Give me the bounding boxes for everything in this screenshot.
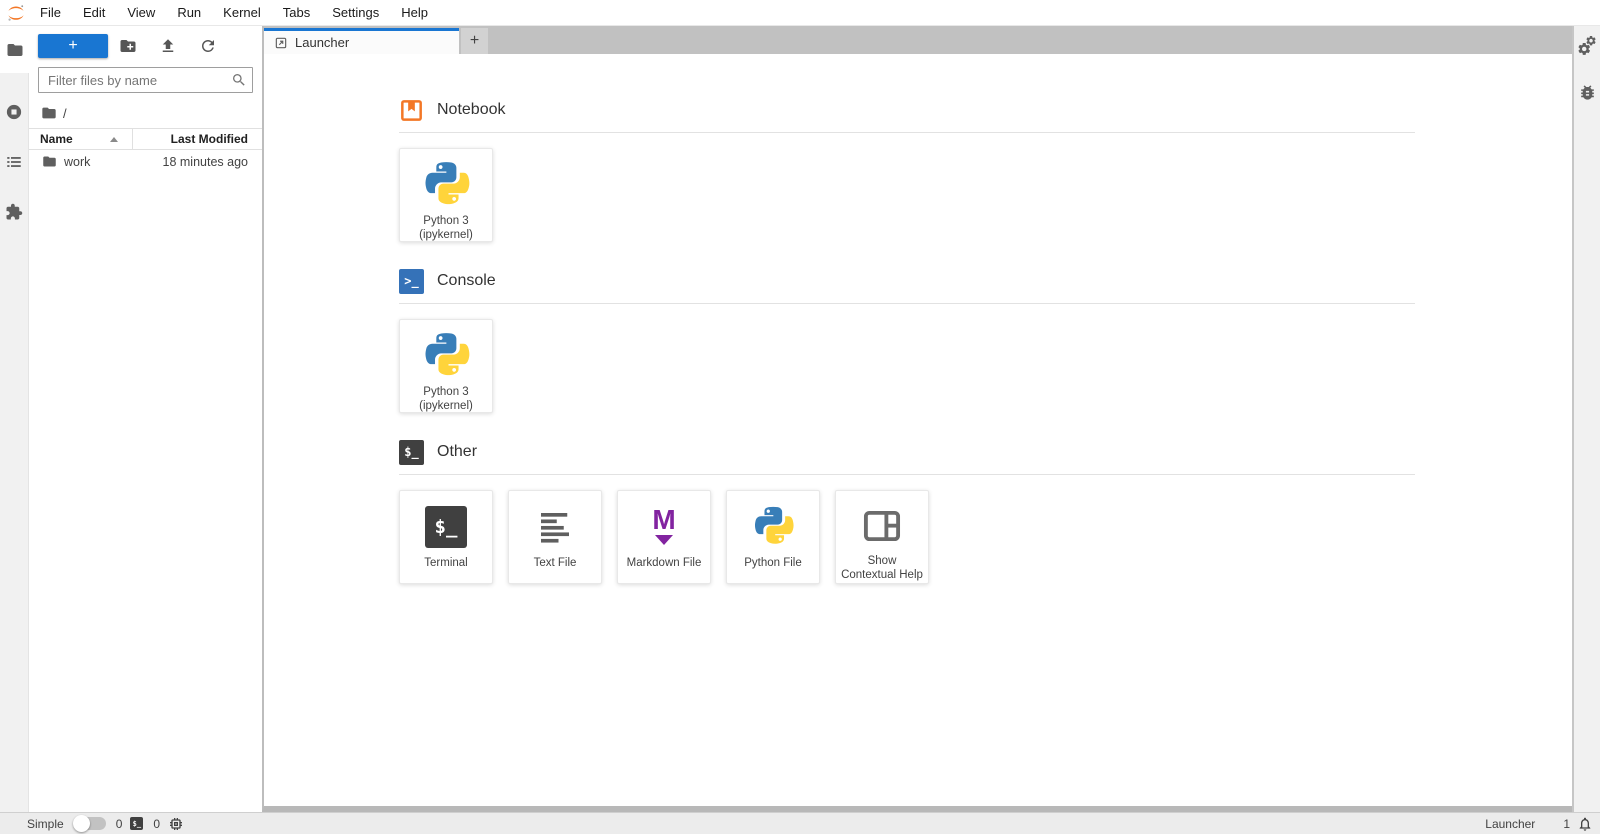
- file-modified: 18 minutes ago: [162, 154, 248, 169]
- kernel-chip-icon[interactable]: [168, 816, 184, 832]
- sidebar-tab-file-browser[interactable]: [0, 26, 29, 73]
- left-sidebar: [0, 26, 29, 812]
- folder-icon: [7, 43, 22, 56]
- context-label[interactable]: Launcher: [1485, 817, 1535, 831]
- down-arrow-icon: [654, 534, 673, 545]
- markdown-icon: M: [652, 506, 676, 545]
- launcher-card-markdown-file[interactable]: M Markdown File: [617, 490, 711, 584]
- launcher-card-terminal[interactable]: $_ Terminal: [399, 490, 493, 584]
- home-folder-icon[interactable]: [41, 105, 57, 121]
- terminal-icon: $_: [425, 506, 467, 548]
- folder-icon: [43, 156, 56, 167]
- menu-kernel[interactable]: Kernel: [212, 0, 272, 25]
- sidebar-tab-running-sessions[interactable]: [0, 87, 28, 137]
- running-sessions-icon: [6, 104, 22, 120]
- sidebar-tab-table-of-contents[interactable]: [0, 137, 28, 187]
- launcher-card-show-contextual-help[interactable]: Show Contextual Help: [835, 490, 929, 584]
- card-label: Python 3 (ipykernel): [419, 386, 473, 412]
- launcher-card-python-file[interactable]: Python File: [726, 490, 820, 584]
- tab-label: Launcher: [295, 35, 350, 50]
- upload-icon[interactable]: [159, 37, 177, 55]
- card-label: Python 3 (ipykernel): [419, 215, 473, 241]
- menu-tabs[interactable]: Tabs: [272, 0, 321, 25]
- section-divider: [399, 303, 1415, 304]
- status-bar: Simple 0 $_ 0 Launcher 1: [0, 812, 1600, 834]
- main-area: + / Name Last Modified work: [0, 26, 1600, 812]
- column-header-last-modified[interactable]: Last Modified: [133, 132, 262, 146]
- launcher-card-notebook-python3[interactable]: Python 3 (ipykernel): [399, 148, 493, 242]
- file-browser-panel: + / Name Last Modified work: [29, 26, 262, 812]
- filter-files-input[interactable]: [38, 67, 253, 93]
- file-list-header: Name Last Modified: [29, 128, 262, 150]
- console-icon: >_: [399, 268, 424, 294]
- bell-icon[interactable]: [1577, 816, 1593, 832]
- section-divider: [399, 474, 1415, 475]
- python-logo-icon: [421, 331, 471, 381]
- menubar: File Edit View Run Kernel Tabs Settings …: [0, 0, 1600, 26]
- new-folder-icon[interactable]: [119, 37, 137, 55]
- inspector-panel-icon: [863, 511, 901, 542]
- plus-icon: +: [68, 37, 78, 54]
- property-inspector-icon[interactable]: [1577, 36, 1597, 55]
- python-logo-icon: [421, 160, 471, 210]
- file-browser-toolbar: +: [29, 26, 262, 64]
- new-launcher-button[interactable]: +: [38, 34, 108, 58]
- dock-panel: Launcher + Notebook Python 3 (ipykernel)…: [262, 26, 1572, 812]
- terminals-count: 0: [115, 816, 123, 831]
- table-of-contents-icon: [7, 157, 21, 167]
- python-logo-icon: [751, 502, 795, 552]
- section-notebook: Notebook Python 3 (ipykernel): [399, 97, 1415, 242]
- filter-files-field: [38, 67, 253, 93]
- sidebar-tab-extension-manager[interactable]: [0, 187, 28, 237]
- puzzle-icon: [6, 203, 23, 220]
- simple-mode-label: Simple: [27, 816, 64, 831]
- section-title: Other: [437, 443, 478, 460]
- breadcrumb: /: [29, 100, 262, 128]
- terminal-icon: $_: [399, 439, 424, 465]
- card-label: Markdown File: [626, 557, 702, 569]
- card-label: Text File: [533, 557, 577, 569]
- search-icon: [233, 74, 245, 86]
- breadcrumb-root[interactable]: /: [63, 106, 67, 121]
- plus-icon: +: [469, 32, 480, 49]
- toggle-knob: [72, 815, 90, 832]
- file-row-work[interactable]: work 18 minutes ago: [29, 150, 262, 173]
- section-divider: [399, 132, 1415, 133]
- card-label: Terminal: [424, 557, 468, 569]
- menu-settings[interactable]: Settings: [321, 0, 390, 25]
- card-label: Python File: [744, 557, 802, 569]
- refresh-icon[interactable]: [199, 37, 217, 55]
- sort-ascending-icon: [110, 136, 118, 142]
- launcher-body: Notebook Python 3 (ipykernel) >_ Console…: [264, 54, 1572, 806]
- menu-edit[interactable]: Edit: [72, 0, 116, 25]
- menu-run[interactable]: Run: [166, 0, 212, 25]
- tab-bar: Launcher +: [264, 26, 1572, 54]
- new-tab-button[interactable]: +: [461, 28, 488, 54]
- column-header-name[interactable]: Name: [29, 129, 133, 149]
- launcher-icon: [275, 37, 287, 48]
- section-console: >_ Console Python 3 (ipykernel): [399, 268, 1415, 413]
- simple-mode-toggle[interactable]: [72, 815, 106, 832]
- jupyter-logo-icon: [3, 2, 29, 24]
- tab-launcher[interactable]: Launcher: [264, 28, 459, 54]
- text-file-icon: [541, 513, 569, 543]
- terminal-icon[interactable]: $_: [130, 817, 144, 830]
- notebook-icon: [401, 99, 422, 121]
- menu-file[interactable]: File: [29, 0, 72, 25]
- left-sidebar-rest: [0, 73, 29, 812]
- section-title: Console: [437, 272, 496, 289]
- launcher-card-console-python3[interactable]: Python 3 (ipykernel): [399, 319, 493, 413]
- section-title: Notebook: [437, 101, 506, 118]
- file-name: work: [64, 154, 91, 169]
- card-label: Show Contextual Help: [841, 555, 923, 582]
- notification-count: 1: [1563, 816, 1570, 831]
- debugger-icon[interactable]: [1578, 83, 1597, 102]
- right-sidebar: [1572, 26, 1600, 812]
- launcher-card-text-file[interactable]: Text File: [508, 490, 602, 584]
- section-other: $_ Other $_ Terminal Text File M Markdow…: [399, 439, 1415, 584]
- kernels-count: 0: [153, 816, 161, 831]
- menu-help[interactable]: Help: [390, 0, 439, 25]
- menu-view[interactable]: View: [116, 0, 166, 25]
